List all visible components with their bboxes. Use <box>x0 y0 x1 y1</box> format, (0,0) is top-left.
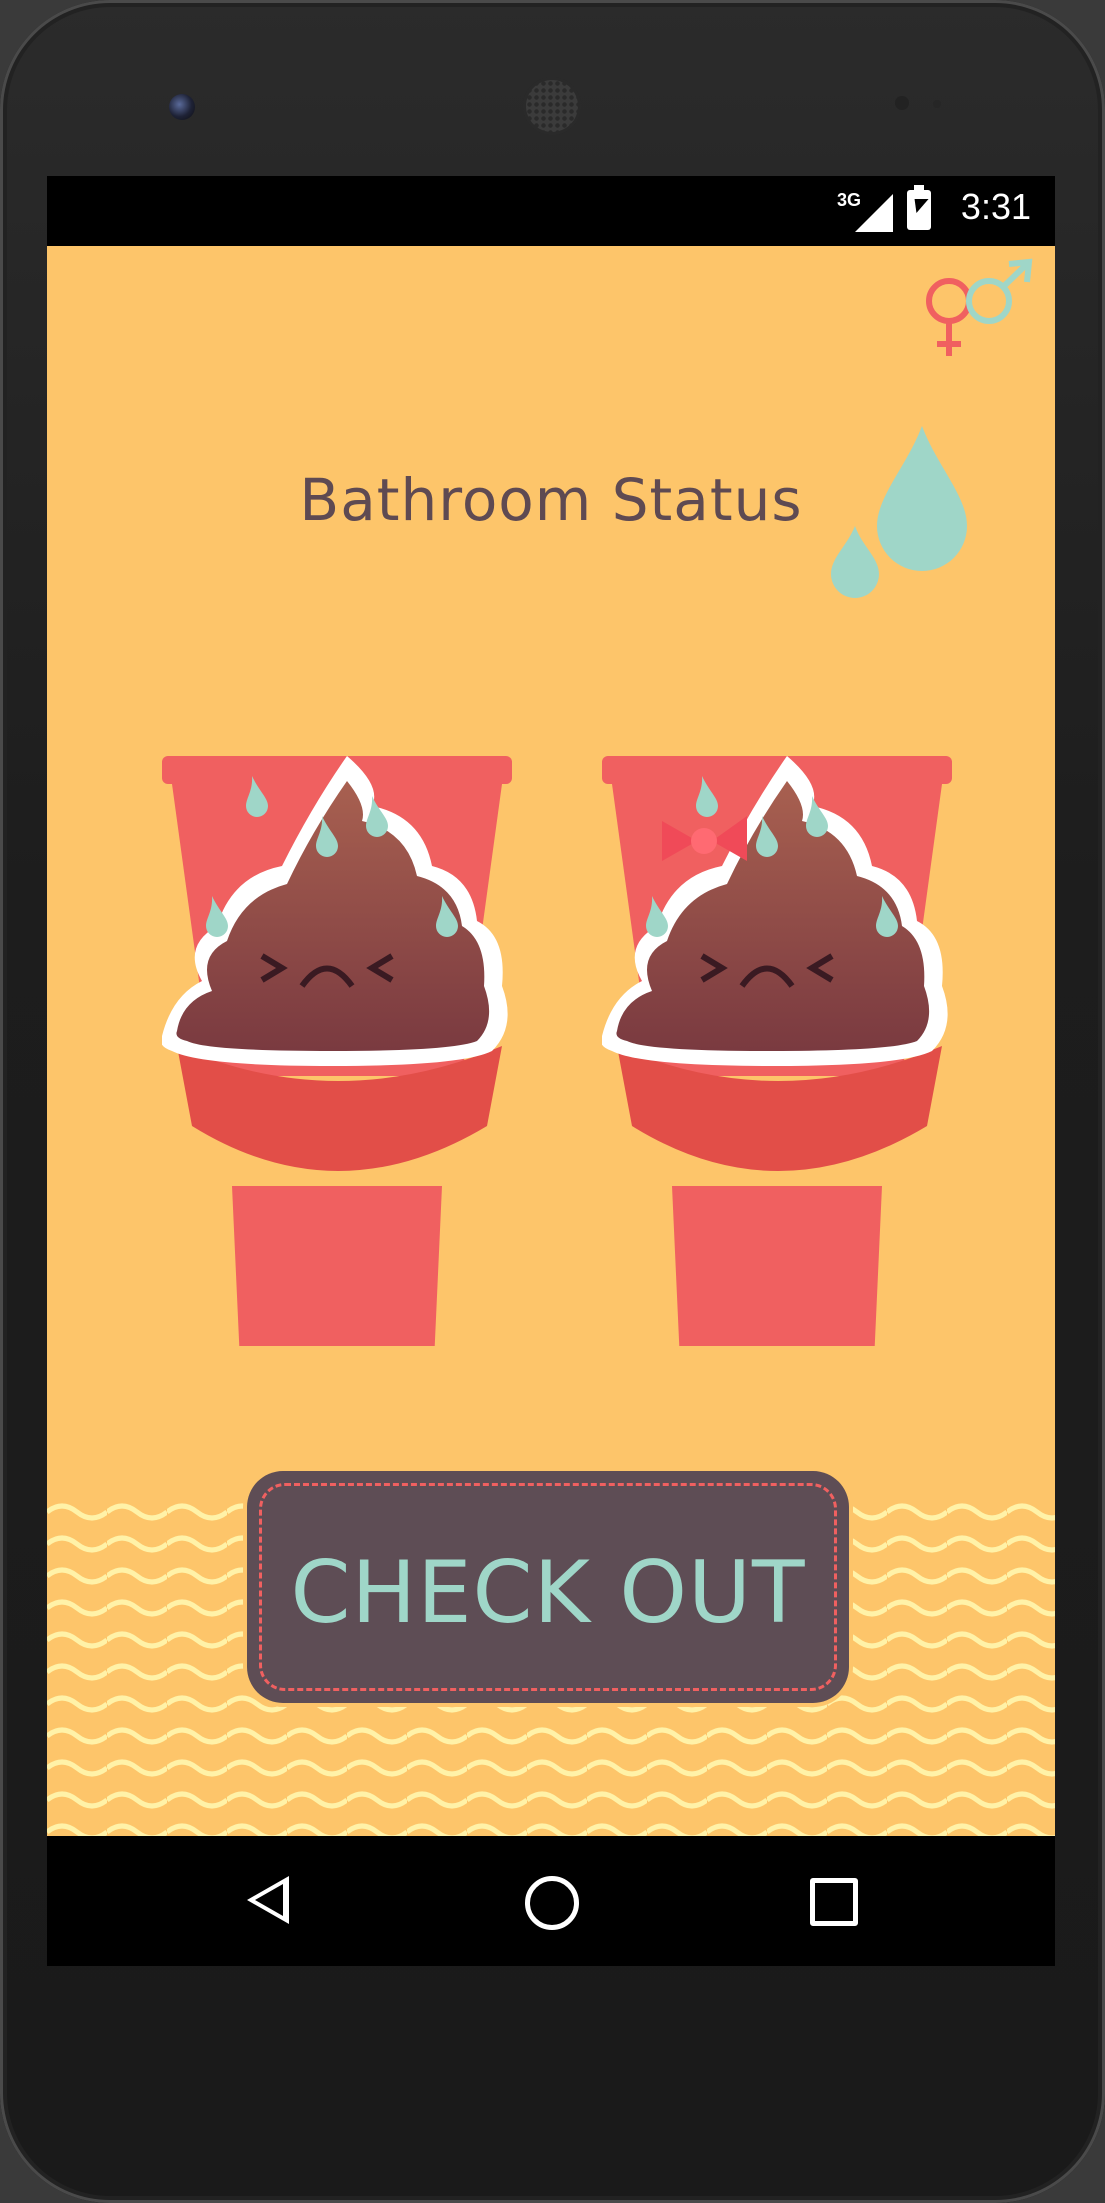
bathroom-status-screen: Bathroom Status CHECK OUT <box>47 246 1055 1836</box>
status-bar: 3G 3:31 <box>47 176 1055 246</box>
front-camera-icon <box>169 94 195 120</box>
toilet-stall-left[interactable] <box>162 746 522 1346</box>
check-out-button[interactable]: CHECK OUT <box>247 1471 849 1703</box>
screen: 3G 3:31 Bathroom Status CHECK OUT <box>47 176 1055 1966</box>
navigation-bar <box>47 1836 1055 1966</box>
proximity-sensor-icon <box>895 96 909 110</box>
water-drops-icon <box>831 426 967 598</box>
home-icon[interactable] <box>525 1876 579 1930</box>
gender-icon[interactable] <box>909 256 1039 366</box>
phone-body: 3G 3:31 Bathroom Status CHECK OUT <box>0 0 1105 2203</box>
toilet-stall-right[interactable] <box>602 746 962 1346</box>
signal-icon <box>855 194 893 232</box>
earpiece-speaker-icon <box>526 80 578 132</box>
device-frame: 3G 3:31 Bathroom Status CHECK OUT <box>0 0 1105 2203</box>
back-icon[interactable] <box>247 1876 289 1924</box>
recents-icon[interactable] <box>810 1878 858 1926</box>
status-time: 3:31 <box>960 186 1031 227</box>
check-out-label: CHECK OUT <box>290 1543 806 1643</box>
light-sensor-icon <box>933 100 941 108</box>
battery-charging-icon <box>907 185 931 230</box>
